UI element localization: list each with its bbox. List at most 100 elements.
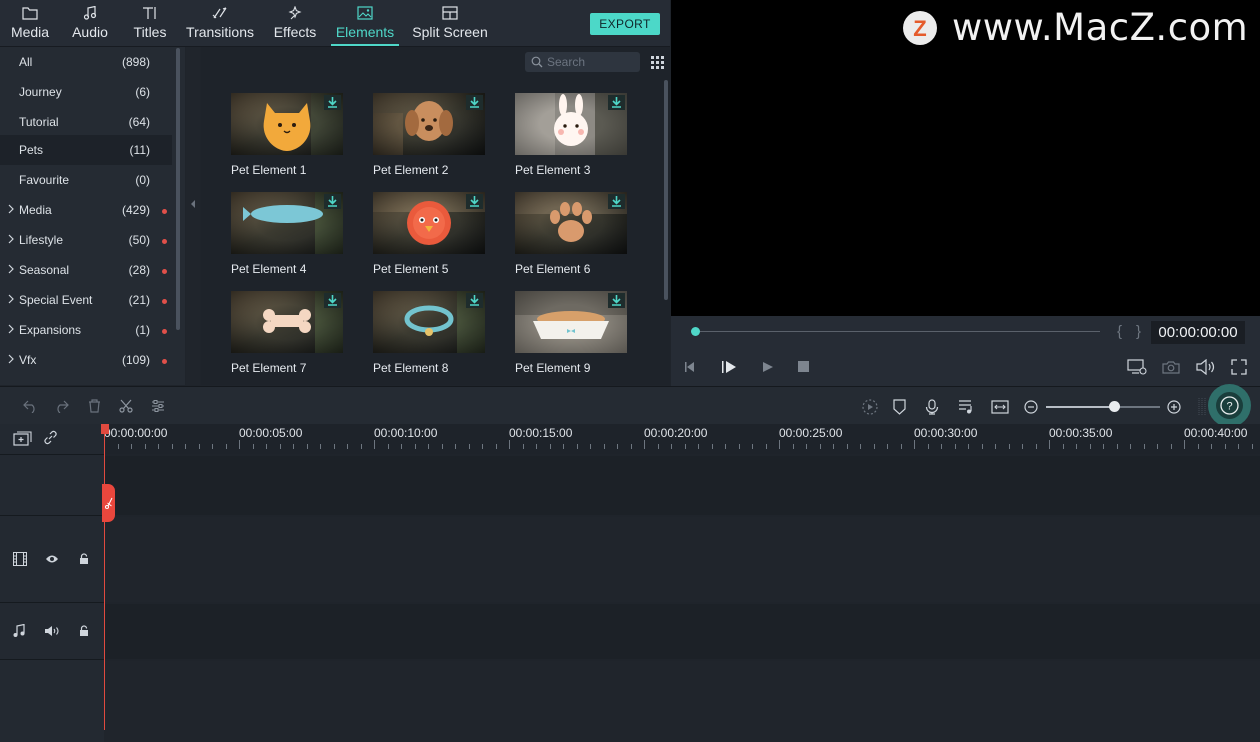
volume-icon[interactable] xyxy=(1196,359,1216,375)
category-favourite[interactable]: Favourite (0) xyxy=(0,165,172,195)
redo-icon[interactable] xyxy=(54,399,69,413)
sparkle-icon xyxy=(288,6,302,20)
tab-audio[interactable]: Audio xyxy=(72,0,108,46)
playhead[interactable] xyxy=(104,424,105,730)
cut-icon[interactable] xyxy=(119,399,133,413)
download-button[interactable] xyxy=(466,293,483,308)
category-special-event[interactable]: Special Event (21) xyxy=(0,285,172,315)
tab-titles[interactable]: Titles xyxy=(133,0,167,46)
timeline-audio-track[interactable] xyxy=(104,604,1260,659)
category-count: (898) xyxy=(121,55,150,69)
ruler-label: 00:00:25:00 xyxy=(779,426,843,440)
element-card[interactable]: Pet Element 2 xyxy=(373,93,485,177)
category-seasonal[interactable]: Seasonal (28) xyxy=(0,255,172,285)
category-lifestyle[interactable]: Lifestyle (50) xyxy=(0,225,172,255)
time-ruler[interactable]: 00:00:00:00 00:00:05:00 00:00:10:00 00:0… xyxy=(104,424,1260,454)
visibility-eye-icon[interactable] xyxy=(45,554,59,564)
adjust-icon[interactable] xyxy=(151,399,165,413)
display-settings-icon[interactable] xyxy=(1127,359,1147,375)
element-label: Pet Element 7 xyxy=(231,361,307,375)
fit-timeline-icon[interactable] xyxy=(991,399,1009,415)
tab-effects[interactable]: Effects xyxy=(273,0,317,46)
collapse-left-icon[interactable] xyxy=(190,199,196,209)
tab-transitions[interactable]: Transitions xyxy=(186,0,254,46)
grid-view-icon[interactable] xyxy=(651,56,664,69)
download-button[interactable] xyxy=(324,293,341,308)
help-button[interactable]: ? xyxy=(1208,384,1251,427)
download-button[interactable] xyxy=(608,194,625,209)
scrub-track[interactable] xyxy=(696,331,1100,332)
chevron-right-icon xyxy=(8,264,14,274)
category-all[interactable]: All (898) xyxy=(0,47,172,77)
undo-icon[interactable] xyxy=(23,399,38,413)
tab-media[interactable]: Media xyxy=(11,0,49,46)
split-screen-icon xyxy=(442,6,458,20)
new-dot xyxy=(162,359,167,364)
scrub-handle[interactable] xyxy=(691,327,700,336)
category-pets[interactable]: Pets (11) xyxy=(0,135,172,165)
element-card[interactable]: Pet Element 5 xyxy=(373,192,485,276)
download-button[interactable] xyxy=(608,95,625,110)
grid-scrollbar[interactable] xyxy=(664,80,668,300)
sidebar-scrollbar[interactable] xyxy=(176,48,180,330)
category-tutorial[interactable]: Tutorial (64) xyxy=(0,107,172,137)
timeline-video-track[interactable] xyxy=(104,517,1260,602)
zoom-in-icon[interactable] xyxy=(1167,400,1181,414)
element-card[interactable]: Pet Element 8 xyxy=(373,291,485,375)
tab-elements[interactable]: Elements xyxy=(331,0,399,46)
export-button[interactable]: EXPORT xyxy=(590,13,660,35)
playhead-scissor-handle[interactable] xyxy=(102,484,115,522)
category-journey[interactable]: Journey (6) xyxy=(0,77,172,107)
timeline-empty-area[interactable] xyxy=(104,661,1260,742)
download-button[interactable] xyxy=(324,194,341,209)
add-track-icon[interactable] xyxy=(13,431,32,446)
mark-out-button[interactable]: } xyxy=(1136,323,1141,340)
mark-in-button[interactable]: { xyxy=(1117,323,1122,340)
snapshot-icon[interactable] xyxy=(1162,360,1180,374)
category-name: Media xyxy=(19,203,52,217)
lock-icon[interactable] xyxy=(79,553,89,564)
speaker-icon[interactable] xyxy=(44,625,60,637)
zoom-slider-handle[interactable] xyxy=(1109,401,1120,412)
element-card[interactable]: Pet Element 4 xyxy=(231,192,343,276)
timeline-track-empty[interactable] xyxy=(104,456,1260,515)
element-card[interactable]: Pet Element 3 xyxy=(515,93,627,177)
category-media[interactable]: Media (429) xyxy=(0,195,172,225)
tab-split-screen[interactable]: Split Screen xyxy=(412,0,488,46)
category-name: Expansions xyxy=(19,323,82,337)
delete-icon[interactable] xyxy=(88,399,101,413)
download-button[interactable] xyxy=(466,95,483,110)
new-dot xyxy=(162,329,167,334)
search-input[interactable] xyxy=(547,54,635,70)
search-box[interactable] xyxy=(525,52,640,72)
help-label: ? xyxy=(1226,401,1232,413)
element-label: Pet Element 5 xyxy=(373,262,449,276)
element-card[interactable]: Pet Element 1 xyxy=(231,93,343,177)
playhead-top-marker[interactable] xyxy=(101,424,109,434)
zoom-out-icon[interactable] xyxy=(1024,400,1038,414)
category-expansions[interactable]: Expansions (1) xyxy=(0,315,172,345)
track-height-icon[interactable] xyxy=(1198,398,1206,416)
ruler-label: 00:00:15:00 xyxy=(509,426,573,440)
download-button[interactable] xyxy=(466,194,483,209)
download-button[interactable] xyxy=(324,95,341,110)
audio-mixer-icon[interactable] xyxy=(958,399,973,415)
element-card[interactable]: Pet Element 7 xyxy=(231,291,343,375)
marker-icon[interactable] xyxy=(893,399,906,415)
step-back-icon[interactable] xyxy=(683,360,697,374)
element-card[interactable]: Pet Element 9 xyxy=(515,291,627,375)
element-card[interactable]: Pet Element 6 xyxy=(515,192,627,276)
link-icon[interactable] xyxy=(43,430,58,445)
fullscreen-icon[interactable] xyxy=(1231,359,1247,375)
stop-icon[interactable] xyxy=(798,361,810,373)
step-forward-icon[interactable] xyxy=(761,360,775,374)
download-button[interactable] xyxy=(608,293,625,308)
microphone-icon[interactable] xyxy=(925,399,939,415)
category-vfx[interactable]: Vfx (109) xyxy=(0,345,172,375)
tab-label: Transitions xyxy=(186,24,254,40)
sidebar-collapse-strip[interactable] xyxy=(186,47,200,385)
play-icon[interactable] xyxy=(721,360,737,374)
element-thumbnail xyxy=(231,93,343,155)
lock-icon[interactable] xyxy=(79,625,89,636)
render-preview-icon[interactable] xyxy=(861,399,879,415)
